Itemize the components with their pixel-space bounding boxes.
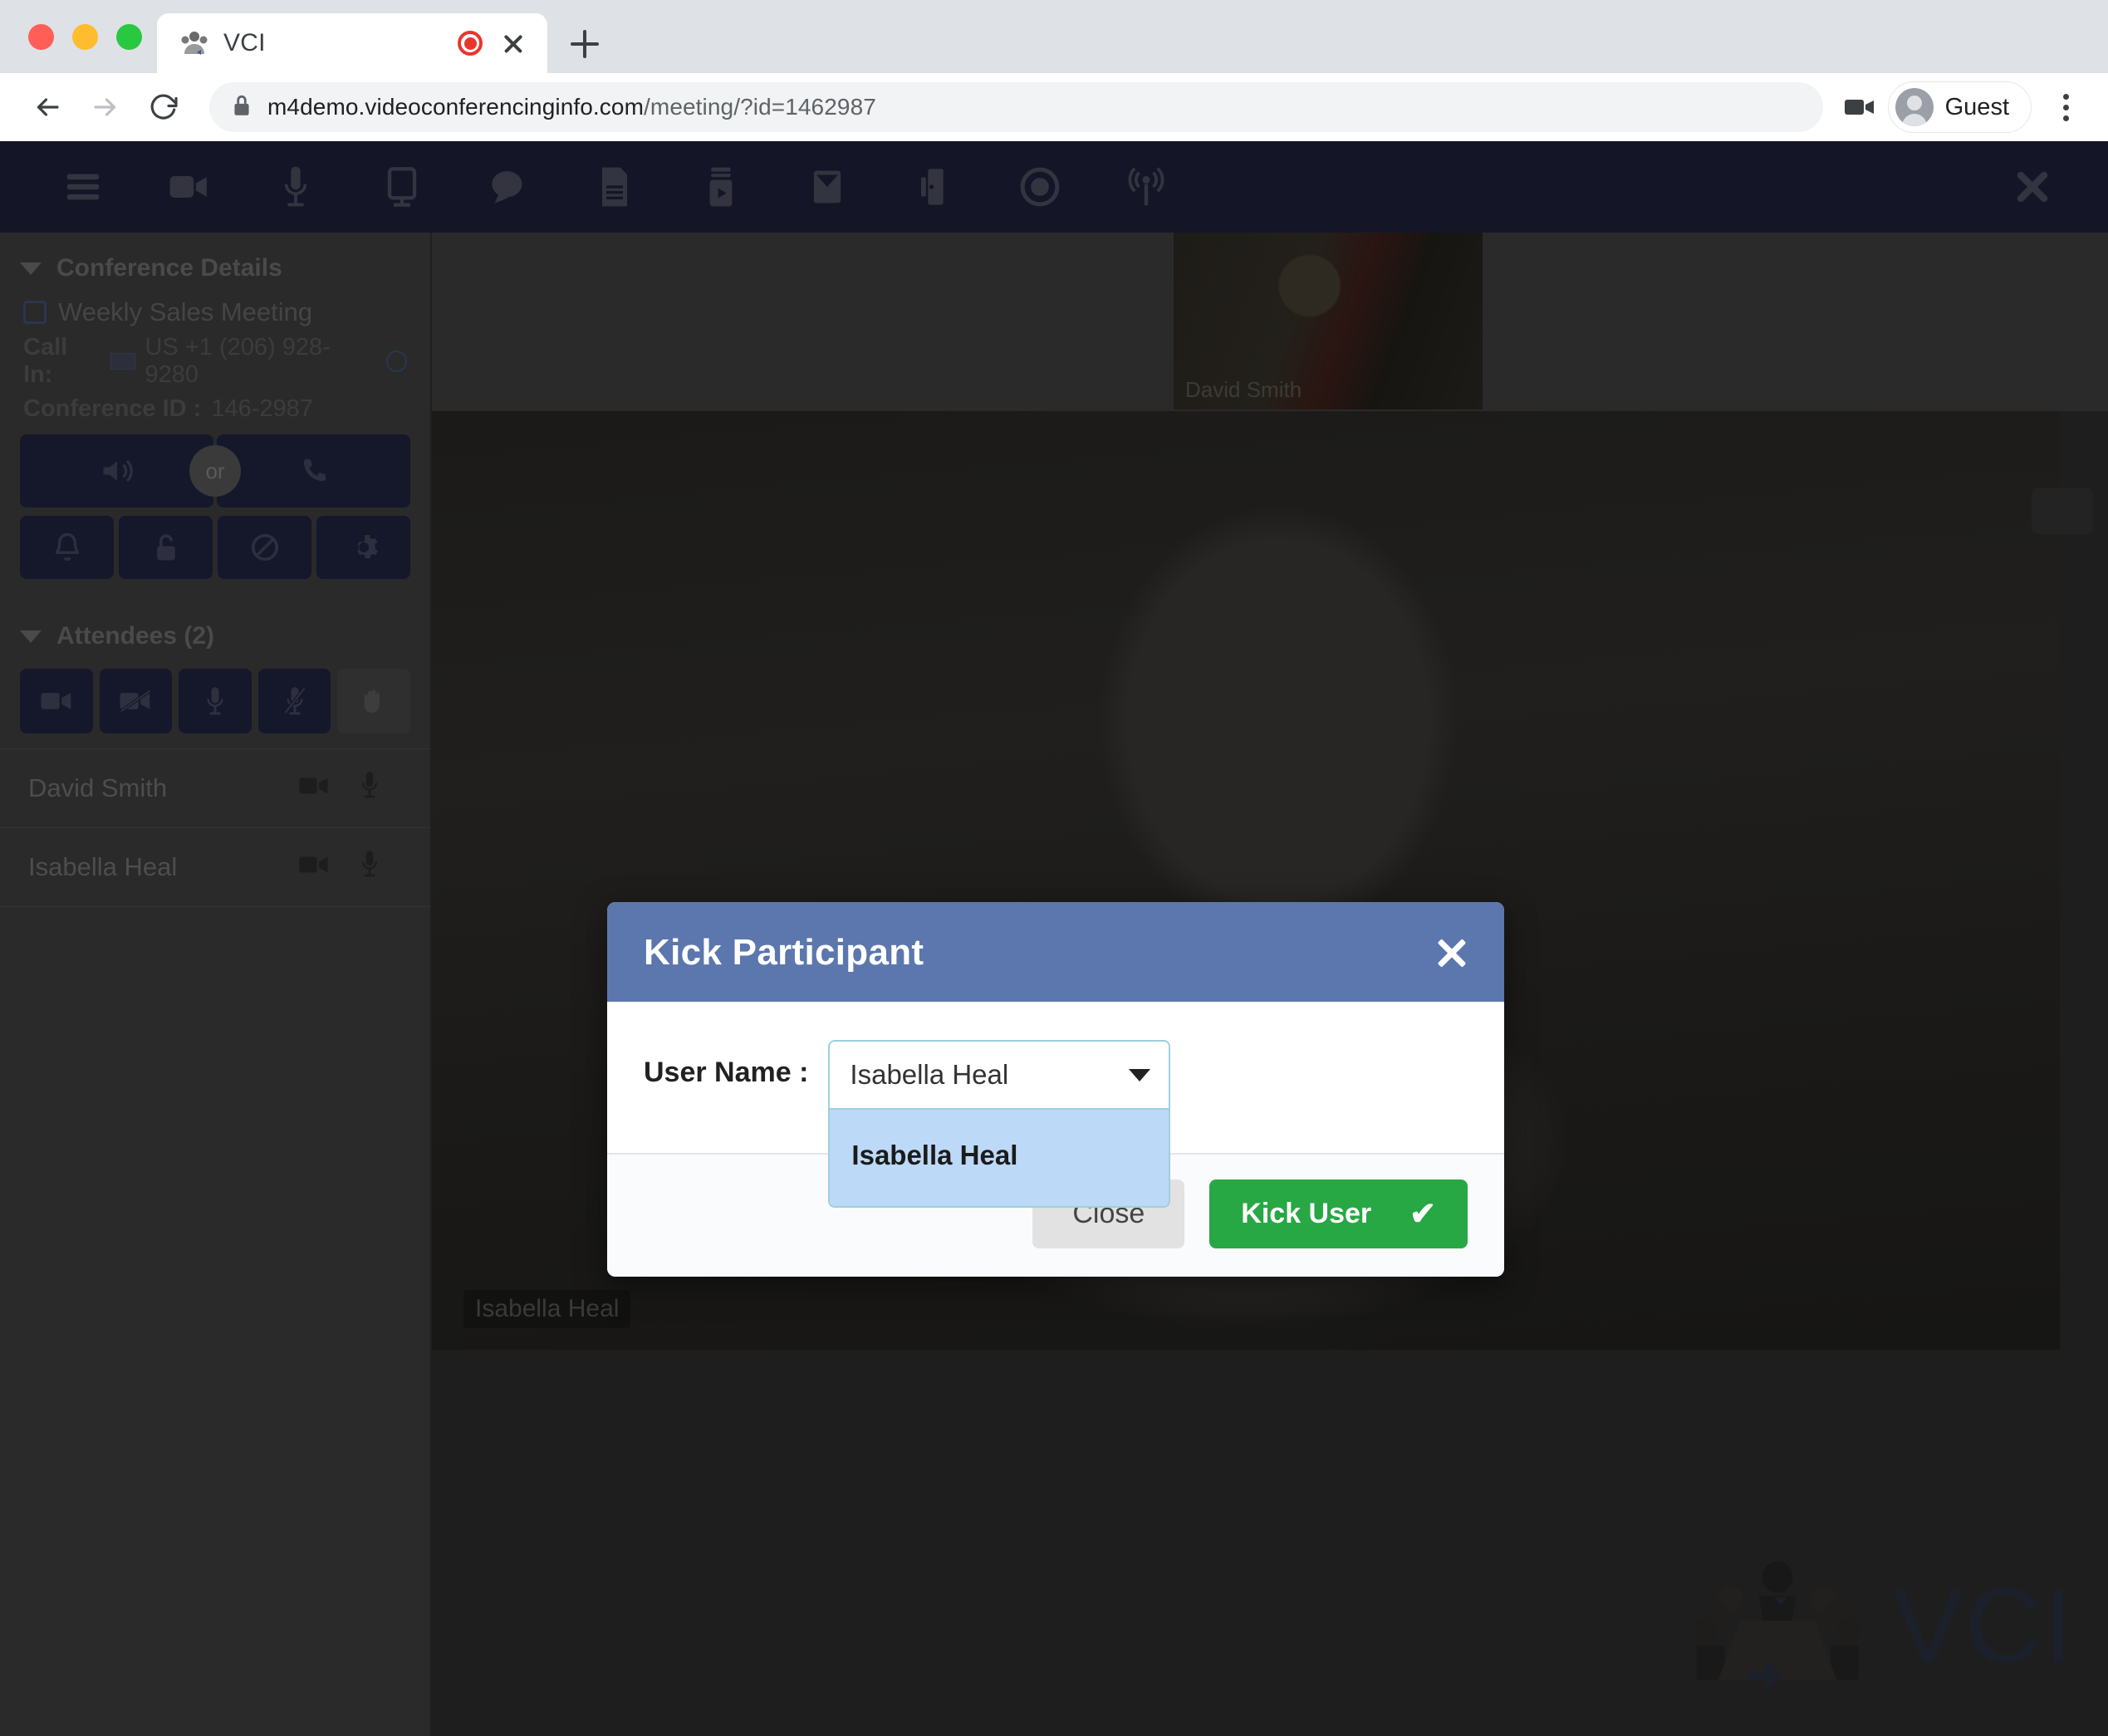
- three-dot-menu-icon[interactable]: [2045, 81, 2086, 133]
- kick-participant-dialog: Kick Participant User Name : Isabella He…: [607, 902, 1504, 1277]
- browser-tab[interactable]: VCI: [157, 13, 547, 73]
- reload-icon[interactable]: [138, 81, 189, 133]
- close-window-button[interactable]: [28, 23, 54, 50]
- kick-user-label: Kick User: [1241, 1198, 1372, 1229]
- browser-window: VCI m4demo.videoconferencinginfo.com/mee…: [0, 0, 2108, 1736]
- url-domain: m4demo.videoconferencinginfo.com: [267, 94, 645, 120]
- chevron-down-icon: [1129, 1068, 1151, 1081]
- lock-icon: [231, 93, 252, 122]
- video-conference-app: Conference Details Weekly Sales Meeting …: [0, 141, 2108, 1736]
- profile-button[interactable]: Guest: [1887, 81, 2032, 133]
- check-icon: ✔: [1409, 1196, 1436, 1232]
- dialog-header: Kick Participant: [607, 902, 1504, 1002]
- tab-strip: VCI: [0, 0, 2108, 73]
- dialog-body: User Name : Isabella Heal Isabella Heal: [607, 1002, 1504, 1208]
- user-name-select-value: Isabella Heal: [850, 1059, 1009, 1090]
- forward-arrow-icon[interactable]: [80, 81, 131, 133]
- dropdown-option-isabella-heal[interactable]: Isabella Heal: [830, 1110, 1169, 1206]
- kick-user-button[interactable]: Kick User ✔: [1209, 1179, 1468, 1248]
- recording-dot-icon[interactable]: [458, 31, 483, 56]
- tab-close-icon[interactable]: [496, 26, 531, 61]
- modal-overlay: Kick Participant User Name : Isabella He…: [0, 141, 2108, 1736]
- url-path: /meeting/?id=1462987: [644, 94, 876, 120]
- profile-name: Guest: [1944, 93, 2009, 120]
- maximize-window-button[interactable]: [116, 23, 142, 50]
- person-avatar-icon: [1895, 88, 1934, 126]
- conference-favicon: [179, 27, 210, 59]
- back-arrow-icon[interactable]: [22, 81, 73, 133]
- minimize-window-button[interactable]: [72, 23, 98, 50]
- user-name-label: User Name :: [644, 1057, 809, 1088]
- window-traffic-lights: [18, 0, 157, 73]
- user-name-dropdown: Isabella Heal: [828, 1110, 1171, 1208]
- new-tab-button[interactable]: [556, 15, 614, 73]
- omnibar: m4demo.videoconferencinginfo.com/meeting…: [0, 73, 2108, 141]
- dialog-title: Kick Participant: [644, 932, 924, 973]
- tab-title: VCI: [223, 29, 266, 56]
- camera-icon[interactable]: [1843, 96, 1876, 119]
- user-name-select-wrapper: Isabella Heal Isabella Heal: [828, 1040, 1171, 1208]
- address-bar-text: m4demo.videoconferencinginfo.com/meeting…: [267, 94, 876, 120]
- user-name-select[interactable]: Isabella Heal: [828, 1040, 1171, 1110]
- address-bar[interactable]: m4demo.videoconferencinginfo.com/meeting…: [209, 82, 1823, 132]
- dialog-close-icon[interactable]: [1433, 934, 1471, 972]
